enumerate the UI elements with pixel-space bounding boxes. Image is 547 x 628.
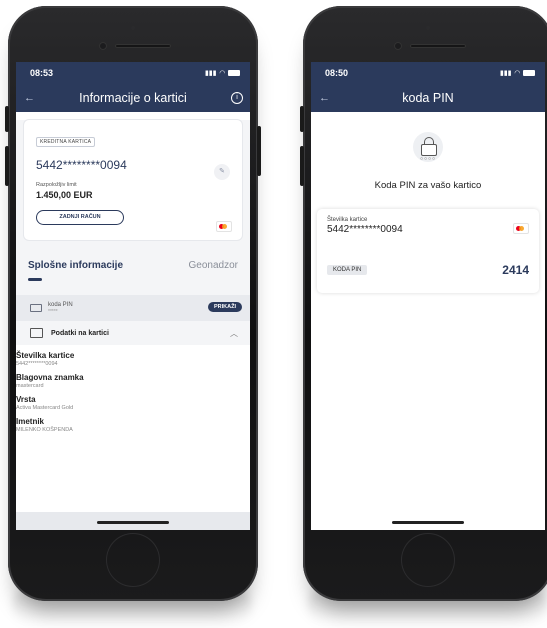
screen-right: 08:50 ▮▮▮ ◠ ← koda PIN ○○○○ Koda PIN za … <box>311 62 545 530</box>
side-button <box>300 106 304 132</box>
status-icons: ▮▮▮ ◠ <box>205 69 240 77</box>
status-icons: ▮▮▮ ◠ <box>500 69 535 77</box>
card-data-section-header[interactable]: Podatki na kartici ︿ <box>16 321 250 345</box>
mastercard-logo-icon <box>513 223 529 234</box>
info-label: Vrsta <box>16 395 36 404</box>
phone-left: 08:53 ▮▮▮ ◠ ← Informacije o kartici i KR… <box>5 6 261 601</box>
tab-general-info[interactable]: Splošne informacije <box>28 260 123 281</box>
side-button <box>257 126 261 176</box>
status-time: 08:53 <box>30 68 54 78</box>
signal-icon: ▮▮▮ <box>205 70 217 77</box>
status-bar: 08:53 ▮▮▮ ◠ <box>16 62 250 84</box>
sensor-dot <box>131 26 135 30</box>
card-type-label: KREDITNA KARTICA <box>36 137 96 147</box>
back-arrow-icon[interactable]: ← <box>24 92 35 104</box>
pin-row: koda PIN ***** PRIKAŽI <box>16 295 250 321</box>
pin-label: koda PIN <box>48 302 73 308</box>
phone-right: 08:50 ▮▮▮ ◠ ← koda PIN ○○○○ Koda PIN za … <box>300 6 547 601</box>
side-button <box>5 146 9 186</box>
mastercard-logo-icon <box>216 221 232 232</box>
pin-card: Številka kartice 5442********0094 KODA P… <box>317 209 539 293</box>
info-value: Activa Mastercard Gold <box>16 405 74 411</box>
tab-geonadzor[interactable]: Geonadzor <box>189 260 238 271</box>
back-arrow-icon[interactable]: ← <box>319 92 330 104</box>
front-camera <box>394 42 402 50</box>
show-pin-button[interactable]: PRIKAŽI <box>208 302 242 312</box>
info-label: Številka kartice <box>16 351 75 360</box>
chevron-up-icon[interactable]: ︿ <box>230 328 238 339</box>
credit-card-panel: KREDITNA KARTICA 5442********0094 ✎ Razp… <box>24 120 242 240</box>
pin-masked: ***** <box>48 309 58 315</box>
wifi-icon: ◠ <box>514 70 520 77</box>
side-button <box>5 106 9 132</box>
tab-bar: Splošne informacije Geonadzor <box>16 240 250 281</box>
info-item: Številka kartice 5442********0094 <box>16 351 250 367</box>
info-item: Blagovna znamka mastercard <box>16 373 250 389</box>
home-button[interactable] <box>106 533 160 587</box>
info-value: mastercard <box>16 383 44 389</box>
side-button <box>300 146 304 186</box>
pin-heading: Koda PIN za vašo kartico <box>374 180 482 191</box>
page-title: Informacije o kartici <box>79 91 187 105</box>
content-area: KREDITNA KARTICA 5442********0094 ✎ Razp… <box>16 120 250 433</box>
status-time: 08:50 <box>325 68 349 78</box>
lock-icon: ○○○○ <box>413 132 443 162</box>
sensor-dot <box>426 26 430 30</box>
speaker-grille <box>115 44 171 48</box>
battery-icon <box>523 70 535 76</box>
info-item: Imetnik MILENKO KOŠPENDA <box>16 417 250 433</box>
pin-dots-icon: ○○○○ <box>419 156 437 162</box>
card-number: 5442********0094 <box>36 158 127 172</box>
home-button[interactable] <box>401 533 455 587</box>
speaker-grille <box>410 44 466 48</box>
info-item: Vrsta Activa Mastercard Gold <box>16 395 250 411</box>
lock-body <box>421 144 437 156</box>
battery-icon <box>228 70 240 76</box>
status-bar: 08:50 ▮▮▮ ◠ <box>311 62 545 84</box>
keyboard-icon <box>30 304 42 312</box>
wifi-icon: ◠ <box>219 70 225 77</box>
screen-left: 08:53 ▮▮▮ ◠ ← Informacije o kartici i KR… <box>16 62 250 530</box>
section-title: Podatki na kartici <box>51 329 109 337</box>
front-camera <box>99 42 107 50</box>
pin-badge: KODA PIN <box>327 265 368 275</box>
home-indicator[interactable] <box>97 521 169 524</box>
nav-bar: ← koda PIN <box>311 84 545 112</box>
info-label: Blagovna znamka <box>16 373 84 382</box>
last-bill-button[interactable]: ZADNJI RAČUN <box>36 210 124 225</box>
home-indicator[interactable] <box>392 521 464 524</box>
card-number-label: Številka kartice <box>327 217 368 223</box>
card-number: 5442********0094 <box>327 224 403 235</box>
info-label: Imetnik <box>16 417 45 426</box>
pin-value: 2414 <box>502 263 529 277</box>
page-title: koda PIN <box>402 91 454 105</box>
info-value: 5442********0094 <box>16 361 58 367</box>
signal-icon: ▮▮▮ <box>500 70 512 77</box>
info-value: MILENKO KOŠPENDA <box>16 427 73 433</box>
card-info-list: Številka kartice 5442********0094 Blagov… <box>16 345 250 433</box>
edit-pencil-icon[interactable]: ✎ <box>214 164 230 180</box>
limit-label: Razpoložljiv limit <box>36 182 77 188</box>
limit-value: 1.450,00 EUR <box>36 190 93 200</box>
info-icon[interactable]: i <box>231 92 243 104</box>
nav-bar: ← Informacije o kartici i <box>16 84 250 112</box>
folder-icon <box>30 328 43 338</box>
